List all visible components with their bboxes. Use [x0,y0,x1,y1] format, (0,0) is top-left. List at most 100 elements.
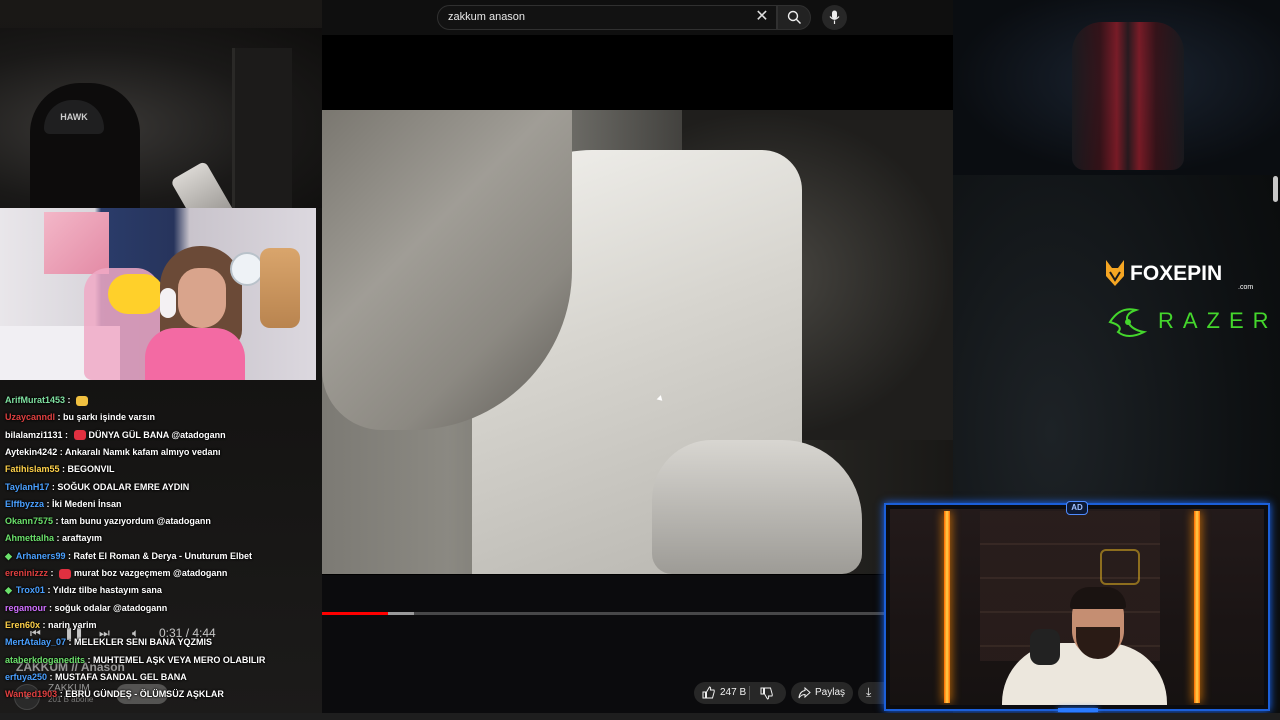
chat-message: Eren60x : narin yarim [5,620,97,630]
download-button[interactable]: ⤓ [858,682,886,704]
scrollbar-thumb[interactable] [1273,176,1278,202]
neon-light-right [1194,511,1200,703]
guest-webcam-dark-room: HAWK [0,28,322,208]
chat-username[interactable]: TaylanH17 [5,482,49,492]
chat-username[interactable]: Eren60x [5,620,40,630]
chat-message: Ahmettalha : araftayım [5,533,102,543]
chat-username[interactable]: Fatihislam55 [5,464,60,474]
chat-separator: : [53,516,62,527]
chat-text: MELEKLER SENI BANA YQZMIS [74,637,213,648]
headphones [1030,629,1060,665]
chat-username[interactable]: ataberkdoganedits [5,655,85,665]
chat-text: Ankaralı Namık kafam almıyo vedanı [64,446,221,457]
video-fist [652,440,862,574]
chat-separator: : [48,568,57,578]
chat-separator: : [59,464,68,475]
chat-username[interactable]: MertAtalay_07 [5,637,66,647]
chat-message: ArifMurat1453 : [5,395,91,406]
voice-search-button[interactable] [822,5,847,30]
guest-webcam-pink-room [0,208,316,380]
progress-bar[interactable] [322,612,888,615]
chat-text: soğuk odalar @atadogann [54,602,168,613]
chat-message: MertAtalay_07 : MELEKLER SENI BANA YQZMI… [5,637,212,647]
like-dislike-group: 247 B [694,682,786,704]
chat-username[interactable]: Arhaners99 [16,551,66,561]
chat-emote-icon [76,395,89,406]
dislike-icon[interactable] [760,687,773,700]
chat-username[interactable]: Wanted1903 [5,689,57,699]
microphone-icon [829,10,840,24]
white-headset [160,288,176,318]
search-button[interactable] [777,5,811,30]
chat-text: SOĞUK ODALAR EMRE AYDIN [57,481,190,492]
chat-text: tam bunu yazıyordum @atadogann [61,516,211,527]
chat-separator: : [44,498,53,509]
chat-separator: : [85,654,94,665]
desk-fan [230,252,264,286]
razer-snake-icon [1108,308,1148,337]
bottom-strip [0,713,1280,720]
chat-message: Fatihislam55 : BEGONVIL [5,464,115,474]
gaming-chair [1072,22,1184,170]
stream-screen: { "search": { "query": "zakkum anason", … [0,0,1280,720]
chat-username[interactable]: Okann7575 [5,516,53,526]
door [232,48,292,208]
chat-username[interactable]: regamour [5,603,47,613]
like-count: 247 B [720,687,747,698]
foxepin-domain: .com [1238,284,1254,291]
webcam-badge: AD [1066,501,1088,515]
chat-username[interactable]: Trox01 [16,585,45,595]
chat-text: DÜNYA GÜL BANA @atadogann [88,429,226,440]
chat-username[interactable]: erfuya250 [5,672,47,682]
chat-message: ereninizzz : murat boz vazgeçmem @atadog… [5,568,227,579]
chat-text: Yıldız tilbe hastayım sana [52,585,162,596]
chat-separator: : [44,585,53,596]
chat-text: narin yarim [48,619,97,630]
chat-username[interactable]: Elffbyzza [5,499,44,509]
diamond-badge-icon: ◆ [5,585,12,596]
fox-logo-icon [1106,260,1124,286]
chat-message: Okann7575 : tam bunu yazıyordum @atadoga… [5,516,211,526]
chat-message: ◆ Trox01 : Yıldız tilbe hastayım sana [5,585,162,596]
chat-text: MUSTAFA SANDAL GEL BANA [55,671,187,682]
chat-message: erfuya250 : MUSTAFA SANDAL GEL BANA [5,672,187,682]
chat-emote-icon [59,568,72,579]
chat-text: murat boz vazgeçmem @atadogann [74,568,228,578]
chat-text: İki Medeni İnsan [52,498,122,509]
webcam-bottom-glow [1058,708,1098,712]
neon-light-left [944,511,950,703]
streamer-room [890,509,1264,705]
chat-message: Wanted1903 : EBRU GÜNDEŞ - ÖLÜMSÜZ AŞKLA… [5,689,224,699]
like-icon[interactable] [702,686,715,699]
download-icon: ⤓ [866,685,872,699]
chat-separator: : [57,689,66,700]
chat-message: TaylanH17 : SOĞUK ODALAR EMRE AYDIN [5,482,189,492]
share-label: Paylaş [815,687,846,698]
pink-shirt [145,328,245,380]
share-button[interactable]: Paylaş [791,682,853,704]
chat-username[interactable]: ereninizzz [5,568,48,578]
chat-username[interactable]: Uzaycanndl [5,412,55,422]
chat-message: Elffbyzza : İki Medeni İnsan [5,499,122,509]
streamer-webcam [884,503,1270,711]
chat-emote-icon [73,430,86,441]
chat-text: bu şarkı işinde varsın [63,412,156,423]
studio-microphone [170,160,240,208]
chat-message: Uzaycanndl : bu şarkı işinde varsın [5,412,155,422]
chat-username[interactable]: Aytekin4242 [5,447,57,457]
share-icon [798,687,811,699]
collectibles-shelf [980,511,1160,661]
video-frame[interactable] [322,110,953,574]
search-icon [787,10,801,24]
chat-message: Aytekin4242 : Ankaralı Namık kafam almıy… [5,447,220,457]
chat-username[interactable]: Ahmettalha [5,533,54,543]
diamond-badge-icon: ◆ [5,550,12,561]
foxepin-logo-text: FOXEPIN [1130,262,1223,285]
chat-separator: : [46,602,55,613]
close-icon[interactable]: ✕ [753,8,771,26]
chat-username[interactable]: bilalamzi1131 [5,430,63,440]
desk-lamp [260,248,300,328]
chat-username[interactable]: ArifMurat1453 [5,395,65,405]
search-query: zakkum anason [448,11,526,23]
chat-separator: : [40,619,49,630]
